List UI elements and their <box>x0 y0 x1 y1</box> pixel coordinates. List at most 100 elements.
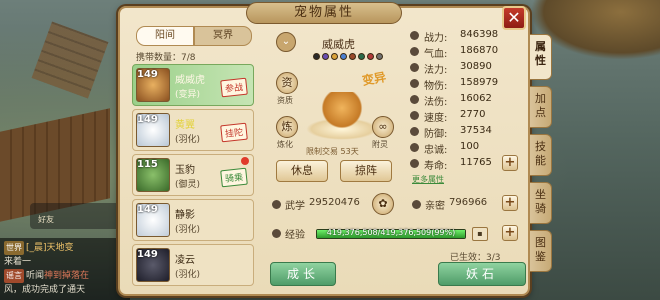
stat-physical-damage: 物伤: 158979 <box>410 76 526 92</box>
list-item[interactable]: 149 静影 (羽化) <box>132 199 254 241</box>
chat-tag-world: 世界 <box>4 241 24 255</box>
intimacy-value: 796966 <box>449 197 488 208</box>
tab-mount[interactable]: 坐骑 <box>530 182 552 224</box>
pet-type: (羽化) <box>175 270 201 280</box>
pet-list: 149 威威虎 (变异) 参战 149 黄翼 (羽化) 挂陀 115 玉豹 (御… <box>132 64 254 286</box>
hp-icon <box>410 47 419 56</box>
tab-attributes[interactable]: 属性 <box>530 34 552 80</box>
stat-mana: 法力: 30890 <box>410 60 526 76</box>
refine-caption: 炼化 <box>277 140 293 149</box>
attach-soul-icon[interactable]: ∞ <box>372 116 394 138</box>
aptitude-icon[interactable]: 资 <box>276 72 298 94</box>
chat-line: 来着一 <box>4 257 32 267</box>
add-lifespan-button[interactable]: + <box>502 155 518 171</box>
stat-loyalty: 忠诚: 100 <box>410 140 526 156</box>
list-item[interactable]: 149 凌云 (羽化) <box>132 244 254 286</box>
notification-dot <box>241 157 249 165</box>
tab-add-points[interactable]: 加点 <box>530 86 552 128</box>
chat-line: 风，成功完成了通天 <box>4 285 86 295</box>
sword-icon <box>410 79 419 88</box>
pet-level: 149 <box>137 69 158 80</box>
tab-codex[interactable]: 图鉴 <box>530 230 552 272</box>
martial-value: 29520476 <box>309 197 360 208</box>
window-title: 宠物属性 <box>246 2 402 24</box>
pet-display-name: 威威虎 <box>322 38 355 51</box>
pet-name: 玉豹 <box>175 165 195 176</box>
rest-button[interactable]: 休息 <box>276 160 328 182</box>
arrange-button[interactable]: 掠阵 <box>340 160 392 182</box>
pet-name: 威威虎 <box>175 75 205 86</box>
stat-magic-damage: 法伤: 16062 <box>410 92 526 108</box>
chat-line: 谣言 听闻神到掉落在 <box>4 269 90 283</box>
close-button[interactable]: ✕ <box>502 6 526 30</box>
martial-icon <box>272 200 281 209</box>
skill-icon[interactable] <box>313 53 320 60</box>
stat-hp: 气血: 186870 <box>410 44 526 60</box>
attach-soul-caption: 附灵 <box>372 140 388 149</box>
add-exp-button[interactable]: + <box>502 225 518 241</box>
chat-tag-rumor: 谣言 <box>4 269 24 283</box>
dock-wood <box>31 21 109 99</box>
grow-button[interactable]: 成长 <box>270 262 336 286</box>
stat-defense: 防御: 37534 <box>410 124 526 140</box>
speed-icon <box>410 111 419 120</box>
list-item[interactable]: 149 黄翼 (羽化) 挂陀 <box>132 109 254 151</box>
shield-icon <box>410 127 419 136</box>
skill-icon[interactable] <box>358 53 365 60</box>
skill-icon[interactable] <box>349 53 356 60</box>
chat-box[interactable]: 世界 [_晨]天地变 来着一 谣言 听闻神到掉落在 风，成功完成了通天 <box>0 238 130 300</box>
pet-level: 149 <box>137 114 158 125</box>
pet-level: 115 <box>137 159 158 170</box>
skill-icons-row <box>313 53 383 60</box>
status-badge: 挂陀 <box>220 122 248 143</box>
tab-yang-realm[interactable]: 阳间 <box>136 26 194 46</box>
pet-name: 静影 <box>175 210 195 221</box>
pet-name: 凌云 <box>175 255 195 266</box>
tab-underworld[interactable]: 冥界 <box>194 26 252 46</box>
gift-icon[interactable]: ✿ <box>372 193 394 215</box>
pet-type: (变异) <box>175 90 201 100</box>
pet-type: (羽化) <box>175 225 201 235</box>
pet-type: (御灵) <box>175 180 201 190</box>
tab-skills[interactable]: 技能 <box>530 134 552 176</box>
chat-line: 世界 [_晨]天地变 <box>4 241 74 255</box>
magic-icon <box>410 95 419 104</box>
friends-label[interactable]: 好友 <box>38 214 54 225</box>
exp-label: 经验 <box>285 230 305 241</box>
skill-icon[interactable] <box>376 53 383 60</box>
trade-limit-text: 限制交易 53天 <box>306 147 359 156</box>
list-item[interactable]: 115 玉豹 (御灵) 骑乘 <box>132 154 254 196</box>
intimacy-label: 亲密 <box>425 201 445 212</box>
exp-icon <box>272 229 281 238</box>
refine-icon[interactable]: 炼 <box>276 116 298 138</box>
hourglass-icon <box>410 159 419 168</box>
exp-text: 419,376,508/419,376,509(99%) <box>326 228 456 237</box>
carry-count: 携带数量：7/8 <box>136 53 196 63</box>
chevron-down-icon[interactable]: ⌄ <box>276 32 296 52</box>
demon-stone-button[interactable]: 妖石 <box>438 262 526 286</box>
skill-icon[interactable] <box>367 53 374 60</box>
exp-progress-bar: 419,376,508/419,376,509(99%) <box>316 228 466 239</box>
status-badge: 参战 <box>220 77 248 98</box>
add-intimacy-button[interactable]: + <box>502 195 518 211</box>
pet-model <box>318 92 366 132</box>
pet-type: (羽化) <box>175 135 201 145</box>
skill-icon[interactable] <box>322 53 329 60</box>
more-attributes-link[interactable]: 更多属性 <box>412 174 444 185</box>
stat-power: 战力: 846398 <box>410 28 526 44</box>
skill-icon[interactable] <box>340 53 347 60</box>
status-badge: 骑乘 <box>220 167 248 188</box>
list-item[interactable]: 149 威威虎 (变异) 参战 <box>132 64 254 106</box>
martial-label: 武学 <box>285 201 305 212</box>
skill-icon[interactable] <box>331 53 338 60</box>
lock-icon[interactable]: ▪ <box>472 227 488 241</box>
heart-icon <box>410 143 419 152</box>
pet-name: 黄翼 <box>175 120 195 131</box>
intimacy-icon <box>412 200 421 209</box>
pet-level: 149 <box>137 249 158 260</box>
mana-icon <box>410 63 419 72</box>
aptitude-caption: 资质 <box>277 96 293 105</box>
realm-tabs: 阳间 冥界 <box>136 26 252 46</box>
pet-level: 149 <box>137 204 158 215</box>
power-icon <box>410 31 419 40</box>
